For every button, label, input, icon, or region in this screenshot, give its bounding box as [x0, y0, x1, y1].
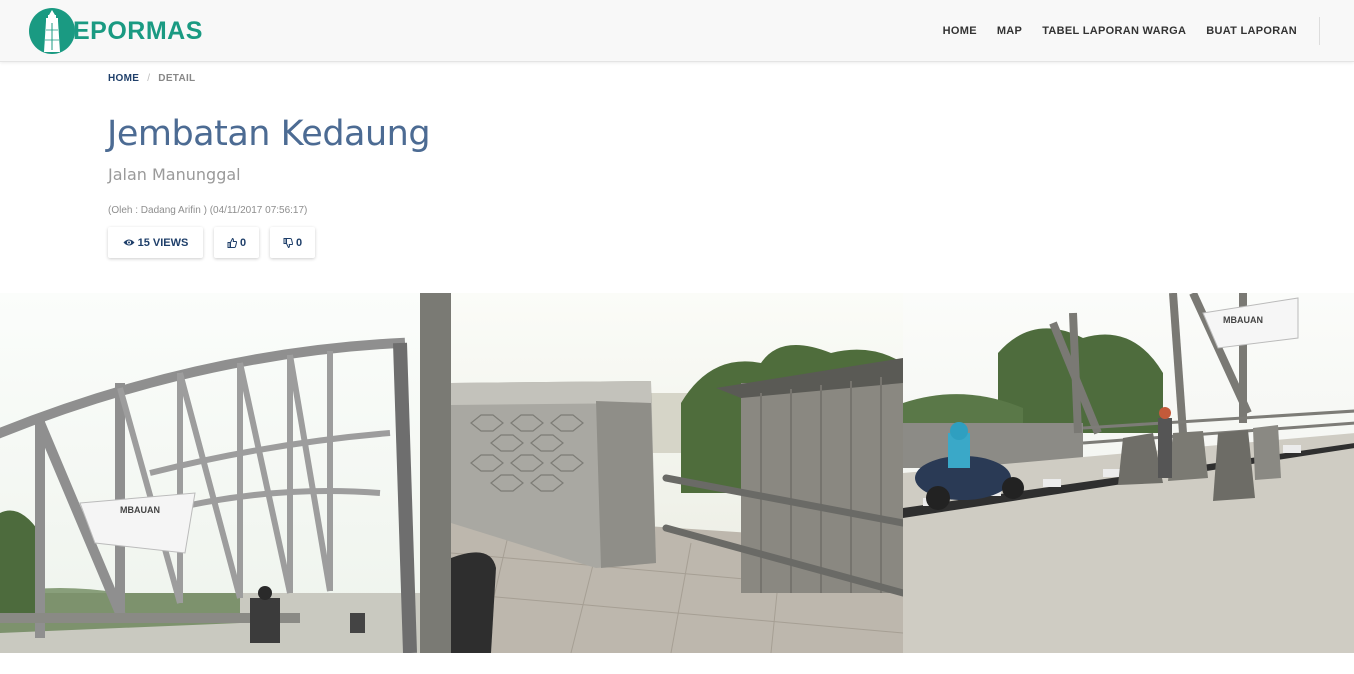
views-button[interactable]: 15 VIEWS: [108, 227, 203, 258]
nav-map[interactable]: MAP: [987, 25, 1032, 37]
tower-logo-icon: [29, 8, 75, 54]
nav-buat-laporan[interactable]: BUAT LAPORAN: [1196, 25, 1307, 37]
dislike-button[interactable]: 0: [270, 227, 315, 258]
nav-tabel-laporan-warga[interactable]: TABEL LAPORAN WARGA: [1032, 25, 1196, 37]
report-meta: (Oleh : Dadang Arifin ) (04/11/2017 07:5…: [108, 205, 308, 216]
bridge-truss-photo[interactable]: MBAUAN: [0, 293, 452, 653]
breadcrumb-current: DETAIL: [158, 73, 196, 84]
logo-text: EPORMAS: [73, 16, 203, 45]
report-stats: 15 VIEWS 0 0: [108, 227, 326, 258]
sign-text: MBAUAN: [1223, 315, 1263, 325]
navbar: EPORMAS HOME MAP TABEL LAPORAN WARGA BUA…: [0, 0, 1354, 62]
thumbs-down-icon: [283, 237, 293, 248]
report-title: Jembatan Kedaung: [107, 114, 431, 154]
like-button[interactable]: 0: [214, 227, 259, 258]
breadcrumb-separator: /: [147, 73, 151, 84]
like-count: 0: [239, 236, 247, 249]
breadcrumb: HOME / DETAIL: [108, 73, 195, 84]
bridge-railing-photo[interactable]: [451, 293, 903, 653]
thumbs-up-icon: [227, 237, 237, 248]
nav-divider: [1319, 17, 1320, 45]
views-count: 15 VIEWS: [137, 236, 189, 249]
photo-gallery: MBAUAN MBAUAN: [0, 293, 1354, 653]
main-nav: HOME MAP TABEL LAPORAN WARGA BUAT LAPORA…: [933, 0, 1320, 62]
report-location: Jalan Manunggal: [108, 165, 241, 184]
breadcrumb-home[interactable]: HOME: [108, 73, 139, 84]
dislike-count: 0: [295, 236, 303, 249]
sign-text: MBAUAN: [120, 505, 160, 515]
bridge-road-photo[interactable]: MBAUAN: [902, 293, 1354, 653]
logo[interactable]: EPORMAS: [29, 8, 203, 54]
nav-home[interactable]: HOME: [933, 25, 987, 37]
eye-icon: [123, 239, 135, 246]
